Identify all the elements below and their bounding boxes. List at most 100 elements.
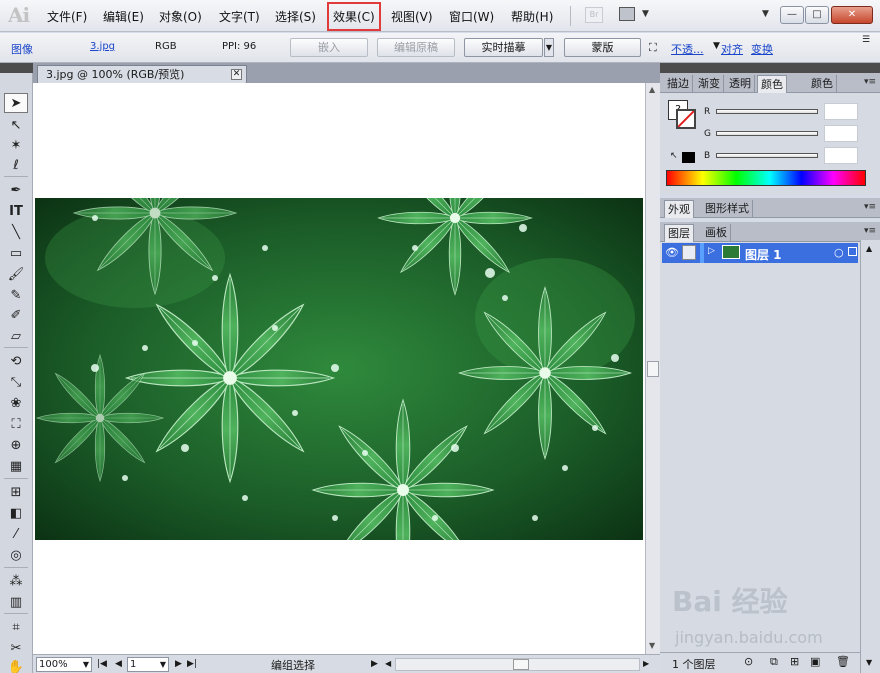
close-button[interactable]: ✕ bbox=[831, 6, 873, 24]
slice-tool-icon[interactable]: ✂ bbox=[4, 638, 28, 658]
menu-window[interactable]: 窗口(W) bbox=[449, 8, 494, 25]
expand-arrow-icon[interactable]: ▷ bbox=[708, 246, 715, 256]
perspective-grid-tool-icon[interactable]: ▦ bbox=[4, 456, 28, 476]
make-clipping-mask-icon[interactable]: ⧉ bbox=[770, 655, 778, 669]
artboard-canvas[interactable] bbox=[33, 83, 645, 654]
mask-button[interactable]: 蒙版 bbox=[564, 38, 641, 57]
placed-image-plant-photo[interactable] bbox=[35, 198, 643, 540]
shape-builder-tool-icon[interactable]: ⊕ bbox=[4, 435, 28, 455]
close-icon[interactable]: ✕ bbox=[231, 69, 242, 80]
locate-object-icon[interactable]: ⊙ bbox=[744, 655, 753, 668]
direct-selection-tool-icon[interactable]: ↖ bbox=[4, 115, 28, 135]
eraser-tool-icon[interactable]: ▱ bbox=[4, 326, 28, 346]
tab-color-guide[interactable]: 颜色 bbox=[808, 75, 837, 93]
color-spectrum-bar[interactable] bbox=[666, 170, 866, 186]
restore-button[interactable]: □ bbox=[805, 6, 829, 24]
chevron-down-icon[interactable]: ▼ bbox=[642, 9, 649, 19]
transform-link[interactable]: 变换 bbox=[751, 41, 773, 57]
scroll-left-icon[interactable]: ◀ bbox=[385, 659, 391, 668]
layer-row[interactable]: 👁 ▷ 图层 1 ○ bbox=[662, 243, 858, 263]
paintbrush-tool-icon[interactable]: 🖌 bbox=[4, 264, 28, 284]
embed-button[interactable]: 嵌入 bbox=[290, 38, 368, 57]
menu-edit[interactable]: 编辑(E) bbox=[103, 8, 144, 25]
lock-toggle[interactable] bbox=[682, 245, 696, 260]
scroll-down-icon[interactable]: ▼ bbox=[866, 658, 872, 667]
blob-brush-tool-icon[interactable]: ✐ bbox=[4, 305, 28, 325]
scale-tool-icon[interactable]: ⤡ bbox=[4, 372, 28, 392]
new-sublayer-icon[interactable]: ⊞ bbox=[790, 655, 799, 668]
status-menu-arrow-icon[interactable]: ▶ bbox=[371, 659, 378, 669]
magic-wand-tool-icon[interactable]: ✶ bbox=[4, 135, 28, 155]
live-trace-button[interactable]: 实时描摹 bbox=[464, 38, 543, 57]
chevron-down-icon[interactable]: ▼ bbox=[83, 658, 89, 671]
g-value-field[interactable] bbox=[824, 125, 858, 142]
vertical-scrollbar[interactable]: ▲ ▼ bbox=[645, 83, 660, 654]
b-value-field[interactable] bbox=[824, 147, 858, 164]
panel-dock-gripper[interactable] bbox=[660, 63, 880, 73]
menu-type[interactable]: 文字(T) bbox=[219, 8, 260, 25]
menu-file[interactable]: 文件(F) bbox=[47, 8, 87, 25]
trash-icon[interactable]: 🗑 bbox=[836, 655, 850, 668]
tab-gradient[interactable]: 渐变 bbox=[695, 75, 724, 93]
menu-select[interactable]: 选择(S) bbox=[275, 8, 316, 25]
last-artboard-icon[interactable]: ▶| bbox=[187, 659, 197, 669]
bridge-icon[interactable]: Br bbox=[585, 7, 603, 23]
r-value-field[interactable] bbox=[824, 103, 858, 120]
lasso-tool-icon[interactable]: ℓ bbox=[4, 155, 28, 175]
free-transform-tool-icon[interactable]: ⛶ bbox=[4, 414, 28, 434]
live-trace-dropdown[interactable]: ▼ bbox=[544, 38, 554, 57]
tab-graphic-styles[interactable]: 图形样式 bbox=[702, 200, 753, 218]
scroll-down-icon[interactable]: ▼ bbox=[649, 641, 655, 650]
zoom-select[interactable]: 100% ▼ bbox=[36, 657, 92, 672]
b-slider[interactable] bbox=[716, 153, 818, 158]
edit-original-button[interactable]: 编辑原稿 bbox=[377, 38, 455, 57]
stroke-swatch-icon[interactable] bbox=[676, 109, 696, 129]
r-slider[interactable] bbox=[716, 109, 818, 114]
panel-menu-icon[interactable]: ▾≡ bbox=[864, 226, 876, 236]
first-artboard-icon[interactable]: |◀ bbox=[97, 659, 107, 669]
hand-tool-icon[interactable]: ✋ bbox=[4, 657, 28, 673]
column-graph-tool-icon[interactable]: ▥ bbox=[4, 592, 28, 612]
line-tool-icon[interactable]: ╲ bbox=[4, 222, 28, 242]
last-color-swatch[interactable] bbox=[682, 152, 695, 163]
tab-stroke[interactable]: 描边 bbox=[664, 75, 693, 93]
target-circle-icon[interactable]: ○ bbox=[834, 246, 844, 259]
g-slider[interactable] bbox=[716, 131, 818, 136]
rotate-tool-icon[interactable]: ⟲ bbox=[4, 351, 28, 371]
tab-artboards[interactable]: 画板 bbox=[702, 224, 731, 242]
horizontal-scrollbar[interactable] bbox=[395, 658, 640, 671]
warp-tool-icon[interactable]: ❀ bbox=[4, 393, 28, 413]
pen-tool-icon[interactable]: ✒ bbox=[4, 180, 28, 200]
artboard-tool-icon[interactable]: ⌗ bbox=[4, 617, 28, 637]
gradient-tool-icon[interactable]: ◧ bbox=[4, 503, 28, 523]
symbol-sprayer-tool-icon[interactable]: ⁂ bbox=[4, 571, 28, 591]
next-artboard-icon[interactable]: ▶ bbox=[175, 659, 182, 669]
tab-color[interactable]: 颜色 bbox=[757, 75, 787, 93]
panel-menu-icon[interactable]: ☰ bbox=[862, 35, 870, 45]
tab-appearance[interactable]: 外观 bbox=[664, 200, 694, 218]
workspace-layout-icon[interactable] bbox=[619, 7, 635, 21]
panel-menu-icon[interactable]: ▾≡ bbox=[864, 77, 876, 87]
out-of-gamut-icon[interactable]: ↖ bbox=[670, 151, 678, 161]
selection-tool-icon[interactable]: ➤ bbox=[4, 93, 28, 113]
new-layer-icon[interactable]: ▣ bbox=[810, 655, 820, 668]
document-tab[interactable]: 3.jpg @ 100% (RGB/预览) ✕ bbox=[37, 65, 247, 83]
menu-view[interactable]: 视图(V) bbox=[391, 8, 433, 25]
chevron-down-icon[interactable]: ▼ bbox=[160, 658, 166, 671]
tab-transparency[interactable]: 透明 bbox=[726, 75, 755, 93]
opacity-link[interactable]: 不透... bbox=[671, 41, 704, 57]
blend-tool-icon[interactable]: ◎ bbox=[4, 545, 28, 565]
visibility-eye-icon[interactable]: 👁 bbox=[665, 246, 679, 259]
linked-file-link[interactable]: 3.jpg bbox=[90, 41, 115, 52]
scroll-up-icon[interactable]: ▲ bbox=[649, 85, 655, 94]
layer-name[interactable]: 图层 1 bbox=[745, 246, 782, 263]
toolbox-gripper[interactable] bbox=[0, 63, 33, 73]
align-link[interactable]: 对齐 bbox=[721, 41, 743, 57]
scrollbar-thumb[interactable] bbox=[647, 361, 659, 377]
selection-square-icon[interactable] bbox=[848, 247, 857, 256]
crop-icon[interactable]: ⛶ bbox=[649, 41, 657, 55]
eyedropper-tool-icon[interactable]: ⁄ bbox=[4, 524, 28, 544]
panel-menu-icon[interactable]: ▾≡ bbox=[864, 202, 876, 212]
status-text[interactable]: 编组选择 bbox=[271, 657, 315, 673]
type-tool-icon[interactable]: IT bbox=[4, 201, 28, 221]
